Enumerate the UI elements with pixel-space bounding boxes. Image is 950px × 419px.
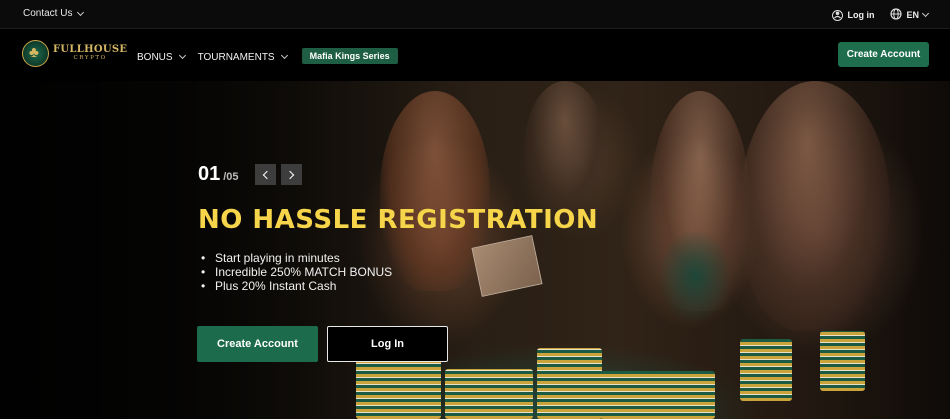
list-item: Incredible 250% MATCH BONUS [201,265,392,279]
logo-line2: CRYPTO [73,55,107,62]
slide-next-button[interactable] [281,164,302,185]
logo-text: FULLHOUSE CRYPTO [53,45,127,62]
nav-menu: BONUS TOURNAMENTS Mafia Kings Series [137,48,398,64]
topbar-actions: Log in EN [832,8,930,22]
chip-stack-image [740,339,792,401]
promo-badge-mafia-kings[interactable]: Mafia Kings Series [301,48,398,64]
login-link[interactable]: Log in [832,9,875,21]
site-logo[interactable]: FULLHOUSE CRYPTO [22,40,127,67]
nav-item-bonus-label: BONUS [137,51,173,63]
chip-stack-image [600,371,715,419]
chip-stack-image [537,348,602,419]
hero-bullet-list: Start playing in minutes Incredible 250%… [201,251,392,293]
list-item: Plus 20% Instant Cash [201,279,392,293]
chip-stack-image [445,369,533,419]
list-item: Start playing in minutes [201,251,392,265]
chevron-down-icon [77,8,85,16]
contact-us-label: Contact Us [23,8,73,19]
nav-item-bonus[interactable]: BONUS [137,51,186,63]
nav-item-tournaments[interactable]: TOURNAMENTS [197,51,288,63]
hero-banner: 01 /05 NO HASSLE REGISTRATION Start play… [0,81,950,419]
arrow-right-icon [285,170,295,179]
club-emblem-icon [22,40,49,67]
language-selector[interactable]: EN [890,8,930,22]
login-label: Log in [847,10,875,20]
hero-background-image [660,231,730,321]
chevron-down-icon [280,51,288,60]
arrow-left-icon [262,170,272,179]
language-label: EN [906,10,919,20]
hero-headline: NO HASSLE REGISTRATION [198,205,599,235]
login-button[interactable]: Log In [327,326,448,362]
slide-current: 01 [198,163,221,185]
slide-counter: 01 /05 [198,163,239,186]
create-account-button-header[interactable]: Create Account [838,42,929,67]
chevron-down-icon [921,9,930,18]
globe-icon [890,8,903,22]
hero-background-image [525,81,605,211]
slide-total: /05 [223,171,239,183]
main-navigation: FULLHOUSE CRYPTO BONUS TOURNAMENTS Mafia… [0,29,950,81]
chip-stack-image [820,331,865,391]
top-utility-bar: Contact Us Log in EN [0,0,950,29]
logo-line1: FULLHOUSE [53,44,128,56]
slide-prev-button[interactable] [255,164,276,185]
create-account-button[interactable]: Create Account [197,326,318,362]
chevron-down-icon [178,51,186,60]
contact-us-dropdown[interactable]: Contact Us [23,8,85,19]
hero-background-image [740,81,890,331]
nav-item-tournaments-label: TOURNAMENTS [197,51,275,63]
user-circle-icon [832,9,844,21]
